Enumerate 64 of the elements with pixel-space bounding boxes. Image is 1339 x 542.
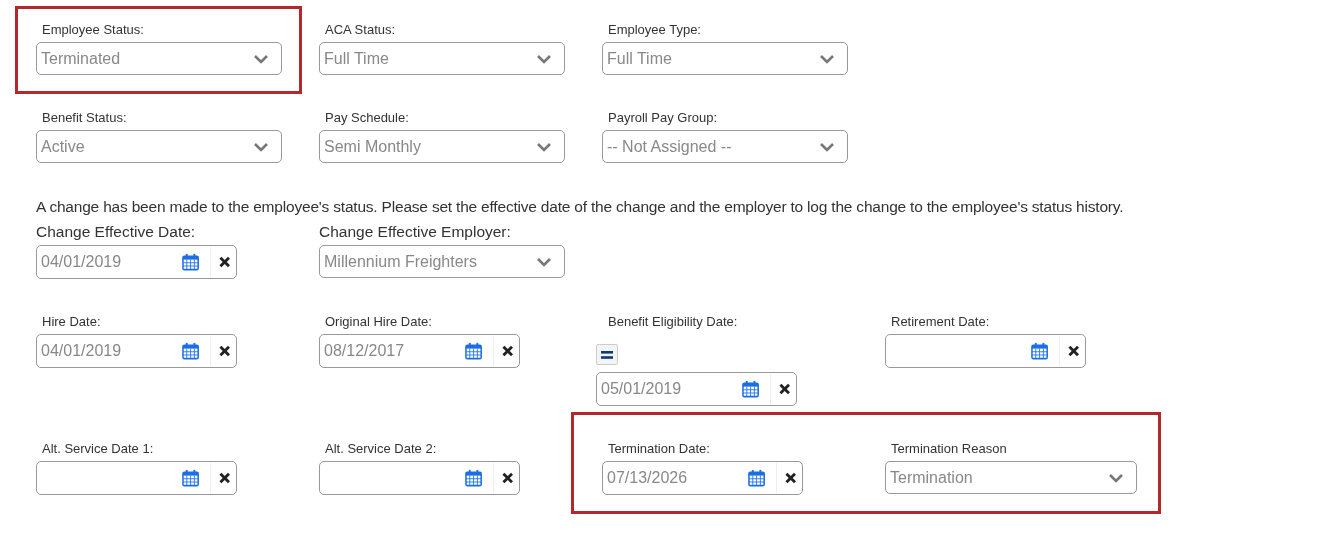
chevron-down-icon bbox=[253, 53, 269, 64]
date-field[interactable]: 04/01/2019 bbox=[36, 245, 237, 279]
chevron-down-icon bbox=[536, 141, 552, 152]
calendar-icon[interactable] bbox=[182, 469, 200, 487]
field-label: Termination Reason bbox=[891, 441, 1007, 457]
date-value: 08/12/2017 bbox=[324, 342, 405, 359]
clear-icon[interactable] bbox=[501, 472, 513, 484]
field-label: ACA Status: bbox=[325, 22, 396, 38]
clear-icon[interactable] bbox=[218, 472, 230, 484]
field-label: Pay Schedule: bbox=[325, 110, 409, 126]
clear-icon[interactable] bbox=[218, 345, 230, 357]
calendar-icon[interactable] bbox=[465, 469, 483, 487]
dropdown[interactable]: Active bbox=[36, 130, 282, 163]
field-label: Alt. Service Date 2: bbox=[325, 441, 437, 457]
field-label: Termination Date: bbox=[608, 441, 710, 457]
equals-icon bbox=[601, 350, 613, 359]
clear-icon[interactable] bbox=[784, 472, 796, 484]
field-label: Employee Type: bbox=[608, 22, 701, 38]
status-change-message: A change has been made to the employee's status. Please set the effective date of the change and the employer to log the change to the employee's status history. bbox=[36, 198, 1125, 216]
field-label: Benefit Status: bbox=[42, 110, 127, 126]
clear-icon[interactable] bbox=[1067, 345, 1079, 357]
field-label: Employee Status: bbox=[42, 22, 144, 38]
calendar-icon[interactable] bbox=[1031, 342, 1049, 360]
date-field[interactable]: 04/01/2019 bbox=[36, 334, 237, 368]
field-label: Benefit Eligibility Date: bbox=[608, 314, 738, 330]
date-value: 07/13/2026 bbox=[607, 469, 688, 486]
field-label: Alt. Service Date 1: bbox=[42, 441, 154, 457]
dropdown[interactable]: Full Time bbox=[602, 42, 848, 75]
dropdown[interactable]: Full Time bbox=[319, 42, 565, 75]
dropdown[interactable]: Millennium Freighters bbox=[319, 245, 565, 278]
field-label: Payroll Pay Group: bbox=[608, 110, 718, 126]
calendar-icon[interactable] bbox=[182, 253, 200, 271]
date-field[interactable] bbox=[319, 461, 520, 495]
date-field[interactable]: 08/12/2017 bbox=[319, 334, 520, 368]
clear-icon[interactable] bbox=[778, 383, 790, 395]
date-value: 04/01/2019 bbox=[41, 253, 122, 270]
calendar-icon[interactable] bbox=[742, 380, 760, 398]
date-field[interactable]: 05/01/2019 bbox=[596, 372, 797, 406]
date-field[interactable] bbox=[36, 461, 237, 495]
equals-button[interactable] bbox=[596, 344, 618, 365]
field-label: Change Effective Date: bbox=[36, 223, 196, 241]
clear-icon[interactable] bbox=[218, 256, 230, 268]
chevron-down-icon bbox=[536, 53, 552, 64]
dropdown[interactable]: -- Not Assigned -- bbox=[602, 130, 848, 163]
date-field[interactable]: 07/13/2026 bbox=[602, 461, 803, 495]
chevron-down-icon bbox=[253, 141, 269, 152]
dropdown[interactable]: Semi Monthly bbox=[319, 130, 565, 163]
field-label: Change Effective Employer: bbox=[319, 223, 511, 241]
chevron-down-icon bbox=[819, 141, 835, 152]
dropdown[interactable]: Termination bbox=[885, 461, 1137, 494]
chevron-down-icon bbox=[819, 53, 835, 64]
date-field[interactable] bbox=[885, 334, 1086, 368]
date-value: 05/01/2019 bbox=[601, 380, 682, 397]
date-value: 04/01/2019 bbox=[41, 342, 122, 359]
dropdown[interactable]: Terminated bbox=[36, 42, 282, 75]
chevron-down-icon bbox=[1108, 472, 1124, 483]
chevron-down-icon bbox=[536, 256, 552, 267]
calendar-icon[interactable] bbox=[465, 342, 483, 360]
calendar-icon[interactable] bbox=[182, 342, 200, 360]
clear-icon[interactable] bbox=[501, 345, 513, 357]
calendar-icon[interactable] bbox=[748, 469, 766, 487]
field-label: Hire Date: bbox=[42, 314, 101, 330]
field-label: Original Hire Date: bbox=[325, 314, 432, 330]
field-label: Retirement Date: bbox=[891, 314, 990, 330]
